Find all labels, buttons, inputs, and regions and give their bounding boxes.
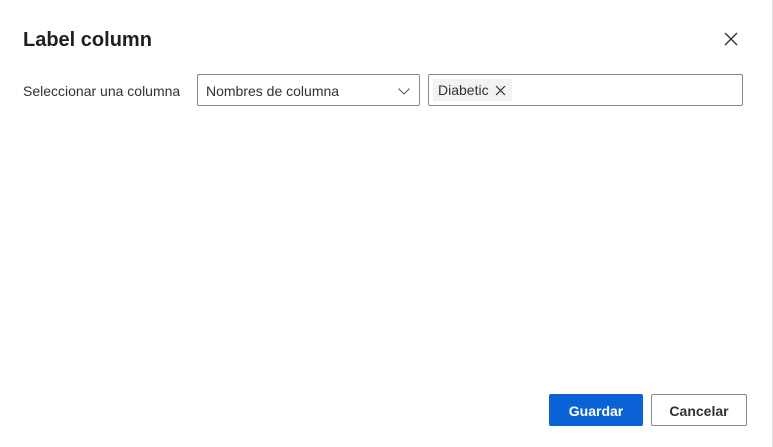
chevron-down-icon — [398, 88, 410, 95]
close-icon — [495, 85, 506, 95]
column-tag: Diabetic — [433, 79, 512, 101]
close-icon — [724, 32, 738, 46]
remove-tag-button[interactable] — [492, 81, 510, 99]
column-tag-input[interactable]: Diabetic — [428, 74, 743, 106]
column-tag-label: Diabetic — [438, 82, 489, 98]
dropdown-selected-value: Nombres de columna — [206, 83, 340, 99]
save-button[interactable]: Guardar — [549, 394, 643, 426]
select-column-label: Seleccionar una columna — [23, 83, 181, 99]
close-button[interactable] — [718, 26, 744, 52]
dialog-title: Label column — [23, 29, 152, 51]
column-mode-dropdown[interactable]: Nombres de columna — [197, 74, 420, 106]
cancel-button[interactable]: Cancelar — [651, 394, 747, 426]
label-column-dialog: Label column Seleccionar una columna Nom… — [0, 0, 773, 447]
